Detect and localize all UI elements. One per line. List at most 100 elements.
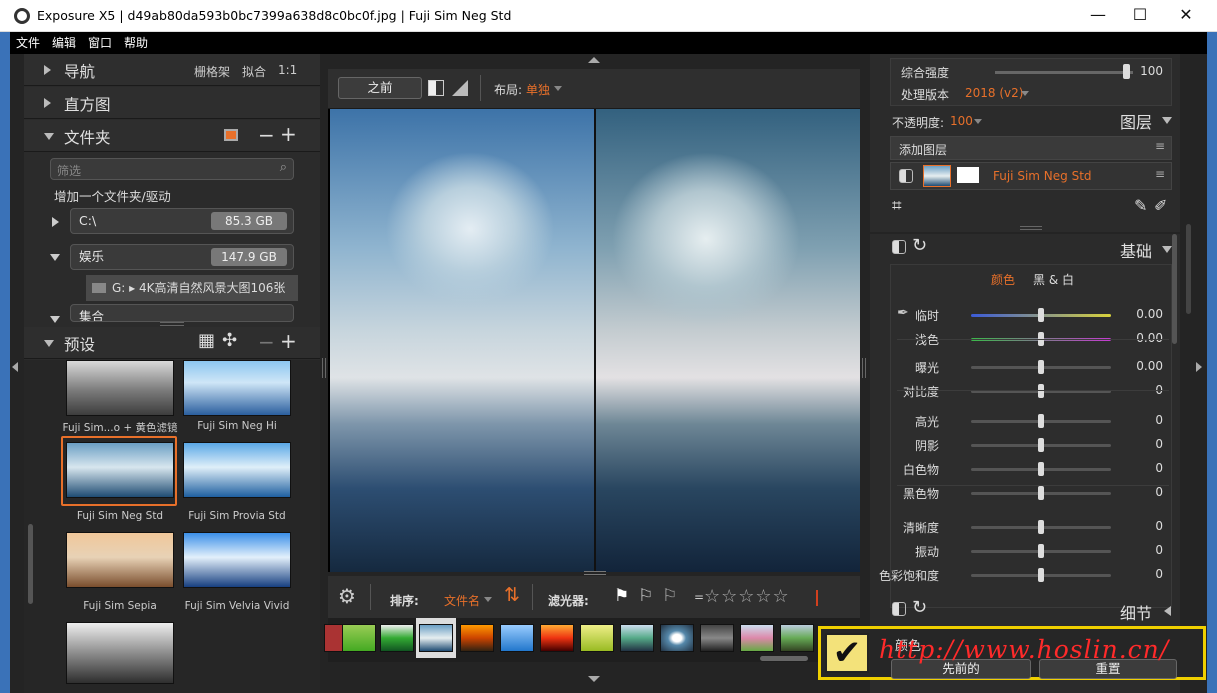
film-thumb[interactable] <box>580 624 614 652</box>
film-thumb[interactable] <box>540 624 574 652</box>
film-thumb[interactable] <box>740 624 774 652</box>
layer-row[interactable]: Fuji Sim Neg Std ≡ <box>890 162 1172 190</box>
preset-thumb[interactable] <box>183 360 291 416</box>
flag-icon[interactable]: ⚑ <box>614 586 629 606</box>
reject-flag-icon[interactable]: ⚐ <box>638 586 653 606</box>
rating-equals[interactable]: = <box>694 590 704 604</box>
preset-thumb[interactable] <box>66 360 174 416</box>
menu-help[interactable]: 帮助 <box>118 32 154 54</box>
layout-dropdown[interactable]: 单独 <box>526 81 550 98</box>
one-to-one-option[interactable]: 1:1 <box>278 63 297 77</box>
image-canvas[interactable] <box>328 109 860 572</box>
grid-view-icon[interactable]: ▦ <box>198 330 215 351</box>
folder-filter[interactable]: 筛选 ⌕ <box>50 158 294 180</box>
film-thumb[interactable] <box>700 624 734 652</box>
slider-6[interactable]: 白色物 0 <box>891 459 1173 479</box>
slider-7[interactable]: 黑色物 0 <box>891 483 1173 503</box>
menu-file[interactable]: 文件 <box>10 32 46 54</box>
menu-edit[interactable]: 编辑 <box>46 32 82 54</box>
folders-header[interactable]: 文件夹 − + <box>24 120 320 152</box>
filmstrip-resize-handle[interactable] <box>584 571 606 575</box>
slider-knob[interactable] <box>1038 384 1044 398</box>
eraser-icon[interactable]: ✎ <box>1134 196 1147 215</box>
layer-visibility-icon[interactable] <box>899 169 913 183</box>
nav-header[interactable]: 导航 栅格架 拟合 1:1 <box>24 54 320 86</box>
add-folder-link[interactable]: 增加一个文件夹/驱动 <box>54 186 171 205</box>
folder-color-icon[interactable] <box>224 129 238 141</box>
panel-resize-handle[interactable] <box>1020 226 1042 230</box>
histogram-header[interactable]: 直方图 <box>24 87 320 119</box>
version-dropdown[interactable]: 2018 (v2) <box>965 86 1023 100</box>
slider-10[interactable]: 色彩饱和度 0 <box>879 565 1173 585</box>
filmstrip-scrollbar[interactable] <box>760 656 808 661</box>
chevron-down-icon[interactable] <box>1162 246 1172 253</box>
before-button[interactable]: 之前 <box>338 77 422 99</box>
collapse-top-icon[interactable] <box>588 57 600 63</box>
plus-icon[interactable]: + <box>280 329 297 353</box>
rating-stars[interactable]: ☆☆☆☆☆ <box>704 586 790 607</box>
slider-knob[interactable] <box>1038 486 1044 500</box>
brush-icon[interactable]: ✐ <box>1154 196 1167 215</box>
slider-knob[interactable] <box>1038 568 1044 582</box>
slider-5[interactable]: 阴影 0 <box>891 435 1173 455</box>
slider-knob[interactable] <box>1038 360 1044 374</box>
layer-mask[interactable] <box>957 167 979 183</box>
intensity-knob[interactable] <box>1123 64 1131 79</box>
drive-c[interactable]: C:\ 85.3 GB <box>70 208 294 234</box>
preset-thumb[interactable] <box>66 532 174 588</box>
split-view-icon[interactable] <box>428 80 444 96</box>
collapse-bottom-icon[interactable] <box>588 676 600 682</box>
slider-2[interactable]: 曝光 0.00 <box>891 357 1173 377</box>
film-thumb[interactable] <box>380 624 414 652</box>
add-layer-row[interactable]: 添加图层 ≡ <box>890 136 1172 160</box>
preset-thumb[interactable] <box>66 442 174 498</box>
sort-dropdown[interactable]: 文件名 <box>444 592 480 609</box>
panel-toggle-icon[interactable] <box>892 602 906 616</box>
collapse-arrow-icon[interactable] <box>50 316 60 323</box>
intensity-track[interactable] <box>995 71 1133 74</box>
preset-thumb[interactable] <box>183 442 291 498</box>
window-scrollbar[interactable] <box>1186 224 1191 314</box>
presets-header[interactable]: 预设 ▦ ✣ − + <box>24 327 320 359</box>
expand-arrow-icon[interactable] <box>1164 606 1171 616</box>
fit-option[interactable]: 拟合 <box>242 63 266 80</box>
film-thumb[interactable] <box>660 624 694 652</box>
film-thumb[interactable] <box>620 624 654 652</box>
close-button[interactable]: ✕ <box>1163 0 1209 32</box>
left-splitter[interactable] <box>322 358 326 378</box>
menu-icon[interactable]: ≡ <box>1155 167 1165 181</box>
chevron-down-icon[interactable] <box>1162 117 1172 124</box>
collapse-all-icon[interactable]: ✣ <box>222 330 237 351</box>
slider-9[interactable]: 振动 0 <box>891 541 1173 561</box>
reset-icon[interactable]: ↻ <box>912 235 927 256</box>
tab-color[interactable]: 颜色 <box>991 271 1015 288</box>
tab-bw[interactable]: 黑 & 白 <box>1033 271 1074 288</box>
crop-icon[interactable]: ⌗ <box>892 196 902 216</box>
right-splitter[interactable] <box>862 358 866 378</box>
sort-order-icon[interactable]: ⇅ <box>504 584 520 606</box>
minus-icon[interactable]: − <box>258 330 275 354</box>
film-thumb[interactable] <box>500 624 534 652</box>
plus-icon[interactable]: + <box>280 122 297 146</box>
minus-icon[interactable]: − <box>258 123 275 147</box>
film-thumb[interactable] <box>342 624 376 652</box>
presets-scrollbar[interactable] <box>28 524 33 604</box>
preset-thumb[interactable] <box>66 622 174 684</box>
slider-knob[interactable] <box>1038 414 1044 428</box>
slider-4[interactable]: 高光 0 <box>891 411 1173 431</box>
minimize-button[interactable]: — <box>1075 0 1121 32</box>
unflagged-icon[interactable]: ⚐ <box>662 586 677 606</box>
slider-knob[interactable] <box>1038 520 1044 534</box>
collapse-right-icon[interactable] <box>1196 362 1202 372</box>
grid-option[interactable]: 栅格架 <box>194 63 230 80</box>
adjustments-scrollbar[interactable] <box>1172 234 1177 344</box>
film-thumb-current[interactable] <box>419 624 453 652</box>
slider-0[interactable]: 临时 0.00 <box>891 305 1173 325</box>
menu-window[interactable]: 窗口 <box>82 32 118 54</box>
collections-item[interactable]: 集合 <box>70 304 294 322</box>
slider-knob[interactable] <box>1038 544 1044 558</box>
slider-8[interactable]: 清晰度 0 <box>891 517 1173 537</box>
compare-view-icon[interactable] <box>452 80 468 96</box>
slider-knob[interactable] <box>1038 308 1044 322</box>
expand-arrow-icon[interactable] <box>52 217 59 227</box>
